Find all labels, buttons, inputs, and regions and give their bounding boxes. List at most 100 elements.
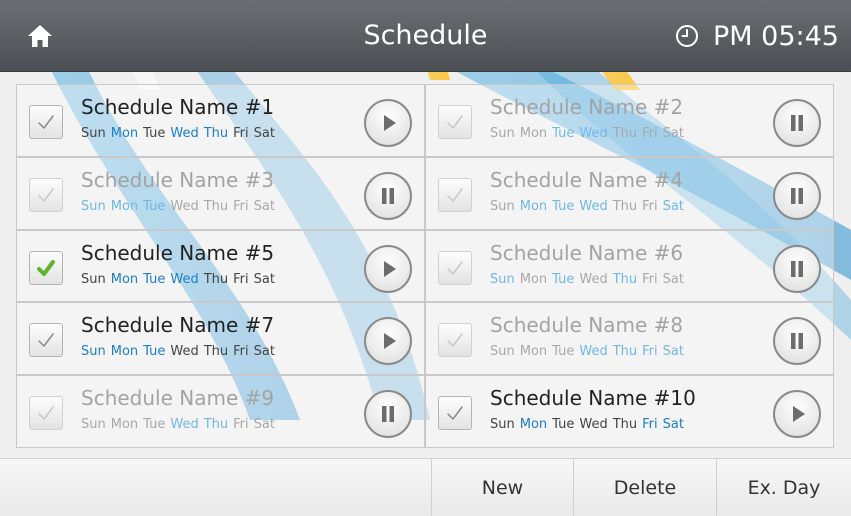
day-label: Sat [662, 271, 684, 287]
day-label: Mon [110, 417, 139, 433]
schedule-item[interactable]: Schedule Name #10 Sun Mon Tue Wed Thu Fri Sat [425, 375, 834, 448]
day-label: Tue [552, 344, 575, 360]
day-label: Sun [81, 417, 106, 433]
schedule-item[interactable]: Schedule Name #8 Sun Mon Tue Wed Thu Fri Sat [425, 302, 834, 376]
day-label: Wed [170, 271, 199, 287]
checkmark-icon [38, 333, 54, 348]
day-label: Sun [81, 271, 106, 287]
day-label: Sat [253, 271, 275, 287]
home-icon [28, 25, 52, 47]
clock-display: PM 05:45 [675, 0, 839, 72]
play-icon [793, 406, 805, 423]
schedule-name: Schedule Name #3 [81, 167, 275, 192]
day-label: Wed [579, 344, 608, 360]
day-label: Sun [81, 198, 106, 214]
schedule-item[interactable]: Schedule Name #5 Sun Mon Tue Wed Thu Fri Sat [16, 229, 425, 303]
pause-button[interactable] [773, 171, 821, 220]
home-button[interactable] [0, 0, 80, 72]
schedule-checkbox[interactable] [29, 250, 63, 285]
day-label: Fri [233, 344, 249, 360]
schedule-checkbox[interactable] [438, 105, 472, 139]
day-label: Wed [170, 417, 199, 433]
day-label: Fri [642, 126, 658, 141]
delete-button[interactable]: Delete [573, 459, 716, 516]
schedule-checkbox[interactable] [29, 396, 63, 431]
schedule-checkbox[interactable] [438, 250, 472, 285]
play-button[interactable] [364, 244, 412, 293]
schedule-days: Sun Mon Tue Wed Thu Fri Sat [490, 417, 689, 432]
pause-button[interactable] [364, 171, 412, 220]
ex-day-button[interactable]: Ex. Day [716, 459, 851, 516]
schedule-item[interactable]: Schedule Name #3 Sun Mon Tue Wed Thu Fri Sat [16, 156, 425, 230]
day-label: Mon [110, 344, 139, 360]
day-label: Thu [612, 198, 638, 214]
day-label: Sun [490, 198, 515, 214]
pause-button[interactable] [773, 317, 821, 366]
pause-icon [382, 187, 394, 204]
pause-button[interactable] [364, 390, 412, 439]
pause-icon [791, 333, 803, 350]
pause-button[interactable] [773, 244, 821, 293]
play-button[interactable] [773, 390, 821, 439]
schedule-days: Sun Mon Tue Wed Thu Fri Sat [490, 126, 689, 141]
day-label: Tue [143, 271, 166, 287]
day-label: Mon [519, 198, 548, 214]
day-label: Sun [81, 126, 106, 141]
day-label: Mon [519, 344, 548, 360]
day-label: Fri [233, 417, 249, 433]
bottom-toolbar: New Delete Ex. Day [0, 458, 851, 516]
day-label: Sun [490, 271, 515, 287]
day-label: Wed [579, 198, 608, 214]
day-label: Wed [170, 344, 199, 360]
checkmark-icon [447, 188, 463, 202]
pause-icon [791, 260, 803, 277]
play-button[interactable] [364, 99, 412, 147]
schedule-item[interactable]: Schedule Name #1 Sun Mon Tue Wed Thu Fri Sat [16, 84, 425, 157]
schedule-name: Schedule Name #7 [81, 313, 275, 338]
schedule-item[interactable]: Schedule Name #6 Sun Mon Tue Wed Thu Fri Sat [425, 229, 834, 303]
schedule-checkbox[interactable] [29, 177, 63, 212]
day-label: Wed [579, 126, 608, 141]
day-label: Fri [642, 417, 658, 433]
day-label: Fri [642, 344, 658, 360]
schedule-item[interactable]: Schedule Name #7 Sun Mon Tue Wed Thu Fri Sat [16, 302, 425, 376]
day-label: Mon [110, 198, 139, 214]
schedule-item[interactable]: Schedule Name #4 Sun Mon Tue Wed Thu Fri Sat [425, 156, 834, 230]
day-label: Tue [143, 344, 166, 360]
day-label: Sun [81, 344, 106, 360]
day-label: Sun [490, 417, 515, 433]
day-label: Fri [233, 126, 249, 141]
day-label: Tue [552, 417, 575, 433]
schedule-days: Sun Mon Tue Wed Thu Fri Sat [81, 344, 280, 359]
day-label: Mon [519, 126, 548, 141]
day-label: Sat [662, 198, 684, 214]
schedule-checkbox[interactable] [438, 177, 472, 212]
checkmark-icon [447, 260, 463, 275]
pause-button[interactable] [773, 99, 821, 147]
day-label: Wed [579, 271, 608, 287]
schedule-checkbox[interactable] [438, 396, 472, 431]
day-label: Tue [552, 271, 575, 287]
day-label: Tue [552, 198, 575, 214]
day-label: Mon [519, 417, 548, 433]
schedule-item[interactable]: Schedule Name #2 Sun Mon Tue Wed Thu Fri Sat [425, 84, 834, 157]
day-label: Sat [253, 126, 275, 141]
play-icon [384, 115, 396, 131]
schedule-name: Schedule Name #9 [81, 386, 275, 411]
checkmark-icon [38, 188, 54, 202]
checkmark-icon [37, 259, 55, 276]
day-label: Wed [579, 417, 608, 433]
schedule-item[interactable]: Schedule Name #9 Sun Mon Tue Wed Thu Fri Sat [16, 375, 425, 448]
schedule-checkbox[interactable] [438, 323, 472, 358]
schedule-checkbox[interactable] [29, 105, 63, 139]
day-label: Sat [662, 417, 684, 433]
new-button[interactable]: New [431, 459, 573, 516]
day-label: Tue [143, 198, 166, 214]
schedule-checkbox[interactable] [29, 323, 63, 358]
day-label: Fri [642, 198, 658, 214]
day-label: Thu [203, 417, 229, 433]
schedule-name: Schedule Name #1 [81, 95, 275, 119]
play-button[interactable] [364, 317, 412, 366]
checkmark-icon [38, 115, 54, 129]
play-icon [384, 333, 396, 350]
